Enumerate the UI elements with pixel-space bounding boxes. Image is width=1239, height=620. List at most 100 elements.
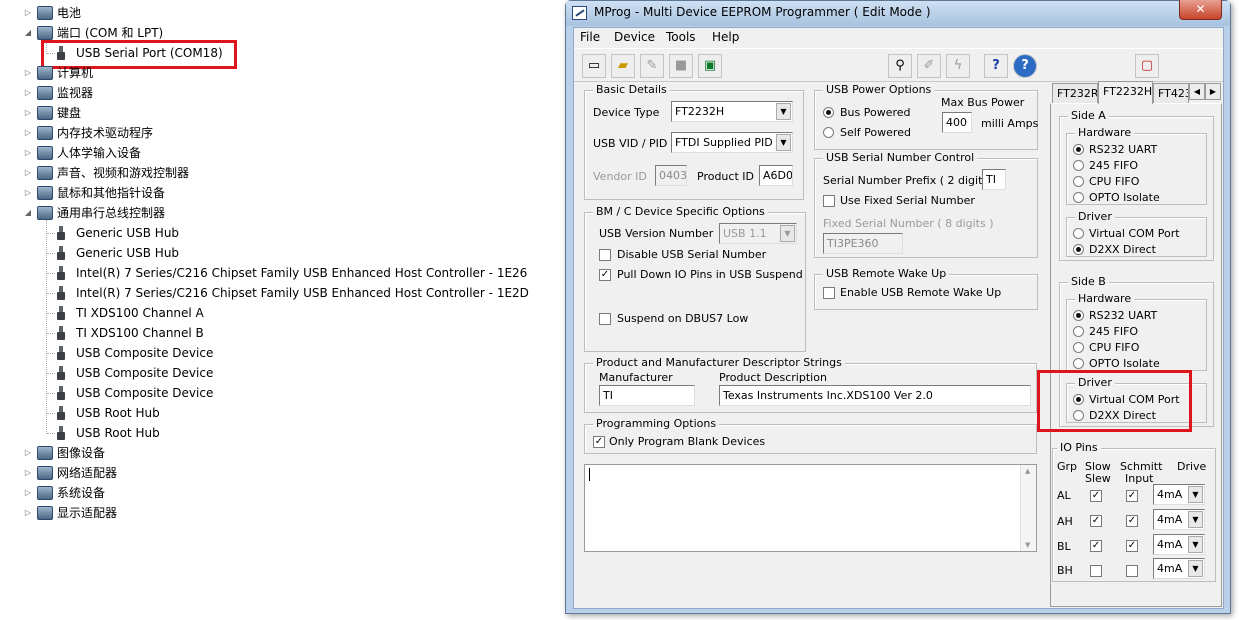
tree-item[interactable]: USB Composite Device xyxy=(0,384,560,402)
tree-item[interactable]: Generic USB Hub xyxy=(0,224,560,242)
tree-item[interactable]: TI XDS100 Channel A xyxy=(0,304,560,322)
open-folder-icon[interactable]: ▰ xyxy=(611,54,635,78)
slew-checkbox[interactable] xyxy=(1090,565,1102,577)
tab-ft4232[interactable]: FT423 xyxy=(1153,83,1189,103)
prefix-field[interactable]: TI xyxy=(982,169,1006,190)
fifo245-radio[interactable] xyxy=(1073,326,1084,337)
title-bar[interactable]: MProg - Multi Device EEPROM Programmer (… xyxy=(566,0,1230,26)
tree-cat-display[interactable]: ▷ 显示适配器 xyxy=(0,504,560,522)
scroll-up-icon[interactable]: ▲ xyxy=(1025,467,1030,475)
new-file-icon[interactable]: ▭ xyxy=(582,54,606,78)
fixed-serial-checkbox[interactable] xyxy=(823,195,835,207)
device-type-select[interactable]: FT2232H ▼ xyxy=(671,101,793,122)
expand-icon[interactable]: ▷ xyxy=(23,164,33,182)
stop-icon[interactable]: ■ xyxy=(669,54,693,78)
tree-item[interactable]: USB Root Hub xyxy=(0,424,560,442)
tree-item[interactable]: USB Composite Device xyxy=(0,344,560,362)
expand-icon[interactable]: ▷ xyxy=(23,184,33,202)
tree-cat-memory[interactable]: ▷ 内存技术驱动程序 xyxy=(0,124,560,142)
drive-select[interactable]: 4mA ▼ xyxy=(1153,509,1205,530)
menu-tools[interactable]: Tools xyxy=(666,30,696,44)
bus-powered-radio[interactable] xyxy=(823,107,834,118)
tree-item[interactable]: Generic USB Hub xyxy=(0,244,560,262)
fixed-serial-field[interactable]: TI3PE360 xyxy=(823,233,903,254)
tree-cat-mouse[interactable]: ▷ 鼠标和其他指针设备 xyxy=(0,184,560,202)
tree-cat-system[interactable]: ▷ 系统设备 xyxy=(0,484,560,502)
vertical-scrollbar[interactable]: ▲ ▼ xyxy=(1020,465,1036,551)
suspend-checkbox[interactable] xyxy=(599,313,611,325)
tree-cat-battery[interactable]: ▷ 电池 xyxy=(0,4,560,22)
scroll-down-icon[interactable]: ▼ xyxy=(1025,541,1030,549)
slew-checkbox[interactable]: ✓ xyxy=(1090,540,1102,552)
rs232-radio[interactable] xyxy=(1073,310,1084,321)
schmitt-checkbox[interactable] xyxy=(1126,565,1138,577)
tree-cat-network[interactable]: ▷ 网络适配器 xyxy=(0,464,560,482)
menu-file[interactable]: File xyxy=(580,30,600,44)
fifo245-radio[interactable] xyxy=(1073,160,1084,171)
save-icon[interactable]: ▣ xyxy=(698,54,722,78)
opto-radio[interactable] xyxy=(1073,192,1084,203)
vidpid-select[interactable]: FTDI Supplied PID ▼ xyxy=(671,132,793,153)
tree-cat-computer[interactable]: ▷ 计算机 xyxy=(0,64,560,82)
usb-version-select[interactable]: USB 1.1 ▼ xyxy=(719,223,797,244)
tree-item[interactable]: USB Composite Device xyxy=(0,364,560,382)
edit-icon[interactable]: ✎ xyxy=(640,54,664,78)
collapse-icon[interactable]: ◢ xyxy=(23,204,33,222)
opto-radio[interactable] xyxy=(1073,358,1084,369)
tree-cat-usb[interactable]: ◢ 通用串行总线控制器 xyxy=(0,204,560,222)
menu-help[interactable]: Help xyxy=(712,30,739,44)
disable-serial-checkbox[interactable] xyxy=(599,249,611,261)
drive-select[interactable]: 4mA ▼ xyxy=(1153,484,1205,505)
close-button[interactable]: ✕ xyxy=(1179,0,1222,20)
slew-checkbox[interactable]: ✓ xyxy=(1090,490,1102,502)
chevron-right-icon[interactable]: ▶ xyxy=(1205,83,1221,100)
menu-device[interactable]: Device xyxy=(614,30,655,44)
schmitt-checkbox[interactable]: ✓ xyxy=(1126,540,1138,552)
rs232-radio[interactable] xyxy=(1073,144,1084,155)
tree-item[interactable]: Intel(R) 7 Series/C216 Chipset Family US… xyxy=(0,264,560,282)
d2xx-radio[interactable] xyxy=(1073,244,1084,255)
tree-cat-imaging[interactable]: ▷ 图像设备 xyxy=(0,444,560,462)
erase-icon[interactable]: ✐ xyxy=(917,54,941,78)
slew-checkbox[interactable]: ✓ xyxy=(1090,515,1102,527)
max-power-field[interactable]: 400 xyxy=(942,112,972,133)
expand-icon[interactable]: ▷ xyxy=(23,504,33,522)
program-icon[interactable]: ϟ xyxy=(946,54,970,78)
only-blank-checkbox[interactable]: ✓ xyxy=(593,436,605,448)
expand-icon[interactable]: ▷ xyxy=(23,104,33,122)
tree-cat-keyboards[interactable]: ▷ 键盘 xyxy=(0,104,560,122)
expand-icon[interactable]: ▷ xyxy=(23,124,33,142)
about-icon[interactable]: ? xyxy=(1013,54,1037,78)
search-icon[interactable]: ⚲ xyxy=(888,54,912,78)
schmitt-checkbox[interactable]: ✓ xyxy=(1126,515,1138,527)
expand-icon[interactable]: ▷ xyxy=(23,84,33,102)
log-textarea[interactable]: ▲ ▼ xyxy=(584,464,1037,552)
vendor-id-field[interactable]: 0403 xyxy=(655,165,687,186)
product-id-field[interactable]: A6D0 xyxy=(759,165,793,186)
remote-wake-checkbox[interactable] xyxy=(823,287,835,299)
schmitt-checkbox[interactable]: ✓ xyxy=(1126,490,1138,502)
pulldown-checkbox[interactable]: ✓ xyxy=(599,269,611,281)
tree-item[interactable]: USB Root Hub xyxy=(0,404,560,422)
new-window-icon[interactable]: ▢ xyxy=(1135,54,1159,78)
product-description-field[interactable]: Texas Instruments Inc.XDS100 Ver 2.0 xyxy=(719,385,1031,406)
expand-icon[interactable]: ▷ xyxy=(23,444,33,462)
tab-ft2232h[interactable]: FT2232H xyxy=(1098,81,1153,104)
expand-icon[interactable]: ▷ xyxy=(23,144,33,162)
tab-ft232r[interactable]: FT232R xyxy=(1052,83,1098,103)
expand-icon[interactable]: ▷ xyxy=(23,484,33,502)
self-powered-radio[interactable] xyxy=(823,127,834,138)
expand-icon[interactable]: ▷ xyxy=(23,4,33,22)
cpu-fifo-radio[interactable] xyxy=(1073,342,1084,353)
tree-item[interactable]: TI XDS100 Channel B xyxy=(0,324,560,342)
manufacturer-field[interactable]: TI xyxy=(599,385,695,406)
cpu-fifo-radio[interactable] xyxy=(1073,176,1084,187)
help-icon[interactable]: ? xyxy=(984,54,1008,78)
tree-cat-sound[interactable]: ▷ 声音、视频和游戏控制器 xyxy=(0,164,560,182)
expand-icon[interactable]: ▷ xyxy=(23,64,33,82)
expand-icon[interactable]: ▷ xyxy=(23,464,33,482)
drive-select[interactable]: 4mA ▼ xyxy=(1153,558,1205,579)
tree-cat-hid[interactable]: ▷ 人体学输入设备 xyxy=(0,144,560,162)
chevron-left-icon[interactable]: ◀ xyxy=(1189,83,1205,100)
tree-item[interactable]: Intel(R) 7 Series/C216 Chipset Family US… xyxy=(0,284,560,302)
